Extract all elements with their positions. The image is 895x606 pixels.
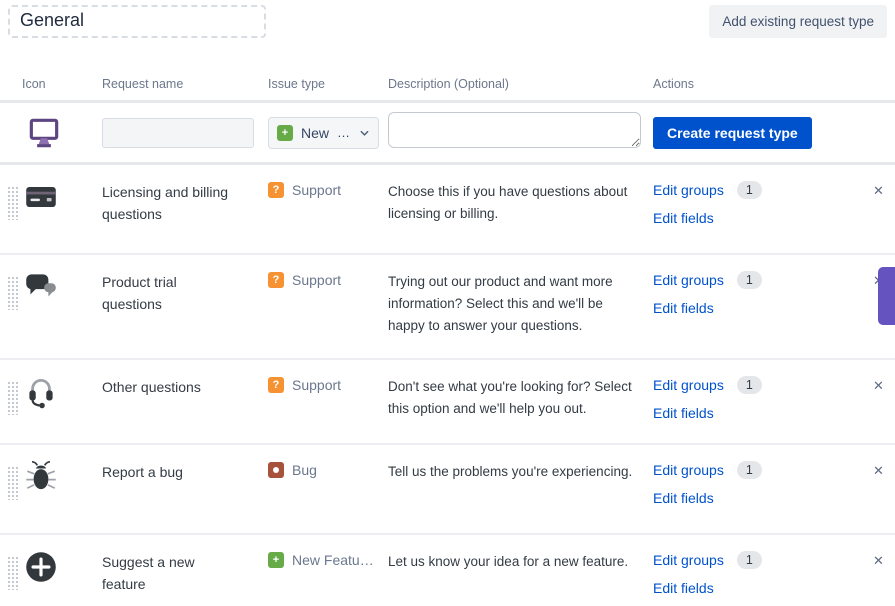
headset-icon — [22, 373, 60, 411]
remove-request-type-icon[interactable]: ✕ — [873, 373, 884, 394]
column-header-request-name: Request name — [102, 77, 265, 91]
drag-handle-icon[interactable] — [7, 276, 18, 310]
support-type-icon: ? — [268, 272, 284, 288]
groups-count-badge: 1 — [737, 271, 762, 289]
remove-request-type-icon[interactable]: ✕ — [873, 548, 884, 569]
add-existing-request-type-button[interactable]: Add existing request type — [709, 5, 887, 38]
drag-handle-icon[interactable] — [7, 466, 18, 500]
column-header-actions: Actions — [647, 77, 873, 91]
request-types-settings-page: General Add existing request type Icon R… — [0, 0, 895, 606]
request-description: Tell us the problems you're experiencing… — [388, 458, 640, 483]
request-name: Report a bug — [102, 458, 238, 533]
issue-type-label: Bug — [292, 462, 317, 478]
group-title-field[interactable]: General — [8, 5, 266, 38]
request-type-row: Report a bug Bug Tell us the problems yo… — [0, 445, 895, 535]
groups-count-badge: 1 — [737, 181, 762, 199]
issue-type-label: Support — [292, 182, 341, 198]
drag-handle-icon[interactable] — [7, 381, 18, 415]
request-name: Other questions — [102, 373, 238, 443]
side-panel-tab[interactable] — [878, 267, 895, 325]
request-name: Product trial questions — [102, 268, 238, 358]
groups-count-badge: 1 — [737, 551, 762, 569]
column-header-description: Description (Optional) — [385, 77, 647, 91]
drag-handle-icon[interactable] — [7, 556, 18, 590]
edit-fields-link[interactable]: Edit fields — [653, 210, 714, 226]
new-feature-type-icon: + — [268, 552, 284, 568]
edit-fields-link[interactable]: Edit fields — [653, 405, 714, 421]
request-name: Suggest a new feature — [102, 548, 238, 606]
table-header-row: Icon Request name Issue type Description… — [0, 77, 895, 103]
issue-type-label: New Featu… — [292, 552, 374, 568]
groups-count-badge: 1 — [737, 461, 762, 479]
drag-handle-icon[interactable] — [7, 186, 18, 220]
issue-type-truncation: … — [337, 125, 351, 140]
monitor-icon — [25, 114, 63, 152]
request-type-row: Suggest a new feature + New Featu… Let u… — [0, 535, 895, 606]
description-input[interactable] — [388, 112, 641, 148]
edit-groups-link[interactable]: Edit groups — [653, 272, 724, 288]
request-type-row: Product trial questions ? Support Trying… — [0, 255, 895, 360]
speech-bubbles-icon — [22, 268, 60, 306]
request-description: Don't see what you're looking for? Selec… — [388, 373, 640, 420]
issue-type-label: Support — [292, 272, 341, 288]
edit-groups-link[interactable]: Edit groups — [653, 182, 724, 198]
support-type-icon: ? — [268, 377, 284, 393]
new-feature-type-icon: + — [277, 125, 293, 141]
remove-request-type-icon[interactable]: ✕ — [873, 458, 884, 479]
edit-fields-link[interactable]: Edit fields — [653, 490, 714, 506]
request-type-row: Licensing and billing questions ? Suppor… — [0, 165, 895, 255]
support-type-icon: ? — [268, 182, 284, 198]
edit-fields-link[interactable]: Edit fields — [653, 300, 714, 316]
edit-fields-link[interactable]: Edit fields — [653, 580, 714, 596]
top-bar: General Add existing request type — [0, 0, 895, 38]
bug-type-icon — [268, 462, 284, 478]
icon-picker[interactable] — [22, 114, 102, 152]
issue-type-label: Support — [292, 377, 341, 393]
column-header-issue-type: Issue type — [265, 77, 385, 91]
request-type-row: Other questions ? Support Don't see what… — [0, 360, 895, 445]
create-request-type-button[interactable]: Create request type — [653, 117, 812, 149]
bug-icon — [22, 458, 60, 496]
issue-type-dropdown[interactable]: + New … — [268, 117, 379, 149]
create-request-type-row: + New … Create request type — [0, 103, 895, 165]
remove-request-type-icon[interactable]: ✕ — [873, 178, 884, 199]
groups-count-badge: 1 — [737, 376, 762, 394]
request-description: Trying out our product and want more inf… — [388, 268, 640, 337]
request-name: Licensing and billing questions — [102, 178, 238, 253]
request-name-input[interactable] — [102, 118, 254, 148]
request-description: Let us know your idea for a new feature. — [388, 548, 640, 573]
edit-groups-link[interactable]: Edit groups — [653, 552, 724, 568]
issue-type-selected-value: New — [301, 125, 329, 141]
column-header-icon: Icon — [22, 77, 102, 91]
request-description: Choose this if you have questions about … — [388, 178, 640, 225]
credit-card-icon — [22, 178, 60, 216]
edit-groups-link[interactable]: Edit groups — [653, 462, 724, 478]
chevron-down-icon — [359, 127, 370, 139]
edit-groups-link[interactable]: Edit groups — [653, 377, 724, 393]
plus-circle-icon — [22, 548, 60, 586]
